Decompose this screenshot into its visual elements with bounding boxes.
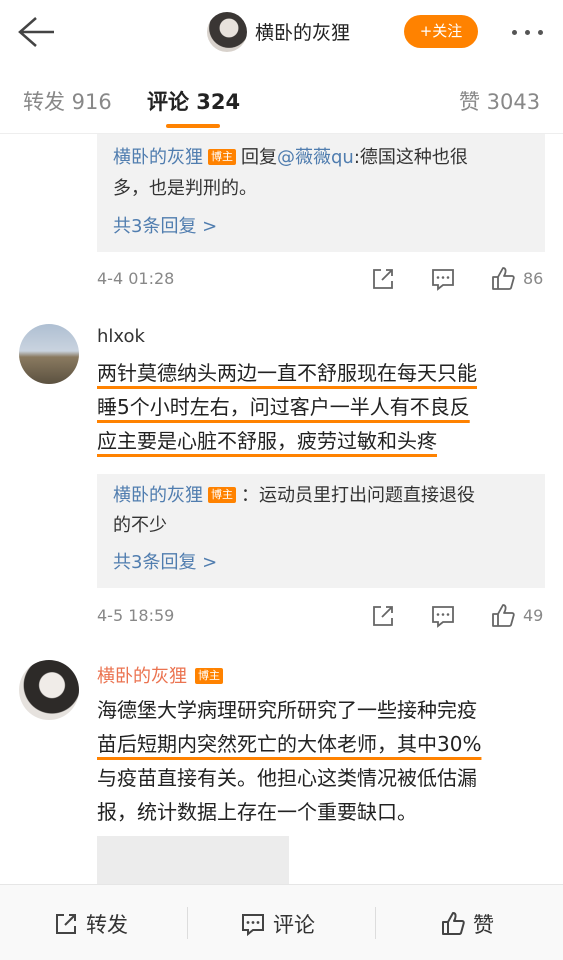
thumbs-up-icon xyxy=(442,912,465,935)
more-options-icon[interactable] xyxy=(508,20,548,44)
comment-time: 4-4 01:28 xyxy=(97,269,175,288)
header-avatar[interactable] xyxy=(207,12,247,52)
follow-button[interactable]: +关注 xyxy=(404,15,478,48)
active-tab-indicator xyxy=(166,124,220,128)
share-icon[interactable] xyxy=(369,265,397,293)
divider xyxy=(375,907,376,939)
like-label: 赞 xyxy=(473,913,494,937)
reply-author[interactable]: 横卧的灰狸 xyxy=(113,485,203,506)
comment-text-line: 海德堡大学病理研究所研究了一些接种完疫 xyxy=(97,698,477,722)
reply-preview-box[interactable]: 横卧的灰狸 博主 ：运动员里打出问题直接退役 的不少 共3条回复 > xyxy=(97,474,545,588)
comment-author-line: 横卧的灰狸 博主 xyxy=(97,662,228,688)
avatar[interactable] xyxy=(19,324,79,384)
comment-author[interactable]: hlxok xyxy=(97,326,145,347)
comment-label: 评论 xyxy=(273,913,315,937)
more-replies-link[interactable]: 共3条回复 > xyxy=(113,548,217,574)
blogger-badge: 博主 xyxy=(208,487,236,503)
like-count: 86 xyxy=(523,269,544,288)
comment-text-line: 两针莫德纳头两边一直不舒服现在每天只能 xyxy=(97,361,477,385)
comment-text-line: 报，统计数据上存在一个重要缺口。 xyxy=(97,800,417,824)
reply-preview-box[interactable]: 横卧的灰狸 博主 回复@薇薇qu:德国这种也很 多，也是判刑的。 共3条回复 > xyxy=(97,134,545,252)
reply-text: ：运动员里打出问题直接退役 xyxy=(241,485,475,506)
comment-icon xyxy=(242,914,264,937)
like-icon[interactable] xyxy=(489,602,517,630)
comment-time: 4-5 18:59 xyxy=(97,606,175,625)
comment-image-thumbnail[interactable] xyxy=(97,836,289,886)
comment-text-line: 应主要是心脏不舒服，疲劳过敏和头疼 xyxy=(97,429,437,453)
divider xyxy=(187,907,188,939)
reply-line: 横卧的灰狸 博主 回复@薇薇qu:德国这种也很 xyxy=(113,142,468,173)
reply-icon[interactable] xyxy=(429,265,457,293)
reply-text: :德国这种也很 xyxy=(353,147,468,168)
tab-repost[interactable]: 转发 916 xyxy=(23,86,112,116)
reply-author[interactable]: 横卧的灰狸 xyxy=(113,147,203,168)
like-button[interactable]: 赞 xyxy=(439,909,494,939)
like-count: 49 xyxy=(523,606,544,625)
reply-text-line2: 多，也是判刑的。 xyxy=(113,178,257,199)
blogger-badge: 博主 xyxy=(208,149,236,165)
more-replies-link[interactable]: 共3条回复 > xyxy=(113,212,217,238)
tab-bar: 转发 916 评论 324 赞 3043 xyxy=(0,64,563,134)
comment-meta-row: 4-4 01:28 86 xyxy=(97,265,545,295)
mention-link[interactable]: @薇薇qu xyxy=(277,147,354,168)
top-nav-bar: 横卧的灰狸 +关注 xyxy=(0,0,563,64)
comment-button[interactable]: 评论 xyxy=(239,909,315,939)
repost-button[interactable]: 转发 xyxy=(52,909,128,939)
bottom-action-bar: 转发 评论 赞 xyxy=(0,884,563,960)
share-icon[interactable] xyxy=(369,602,397,630)
comment-meta-row: 4-5 18:59 49 xyxy=(97,602,545,632)
like-icon[interactable] xyxy=(489,265,517,293)
comment-text-line: 苗后短期内突然死亡的大体老师，其中30% xyxy=(97,732,482,756)
repost-icon xyxy=(56,914,76,934)
reply-icon[interactable] xyxy=(429,602,457,630)
back-arrow-icon[interactable] xyxy=(16,14,56,50)
comment-text-line: 与疫苗直接有关。他担心这类情况被低估漏 xyxy=(97,766,477,790)
tab-comments[interactable]: 评论 324 xyxy=(147,86,240,116)
avatar[interactable] xyxy=(19,660,79,720)
blogger-crown-badge: 博主 xyxy=(195,668,223,684)
repost-label: 转发 xyxy=(86,913,128,937)
reply-text-line2: 的不少 xyxy=(113,515,167,536)
comment-author[interactable]: 横卧的灰狸 xyxy=(97,666,187,687)
reply-line: 横卧的灰狸 博主 ：运动员里打出问题直接退役 xyxy=(113,480,475,511)
comment-text: 海德堡大学病理研究所研究了一些接种完疫 苗后短期内突然死亡的大体老师，其中30%… xyxy=(97,693,549,829)
reply-prefix: 回复 xyxy=(241,147,277,168)
tab-likes[interactable]: 赞 3043 xyxy=(459,86,540,116)
comment-text: 两针莫德纳头两边一直不舒服现在每天只能 睡5个小时左右，问过客户一半人有不良反 … xyxy=(97,356,549,458)
header-title[interactable]: 横卧的灰狸 xyxy=(255,18,350,45)
comment-text-line: 睡5个小时左右，问过客户一半人有不良反 xyxy=(97,395,470,419)
